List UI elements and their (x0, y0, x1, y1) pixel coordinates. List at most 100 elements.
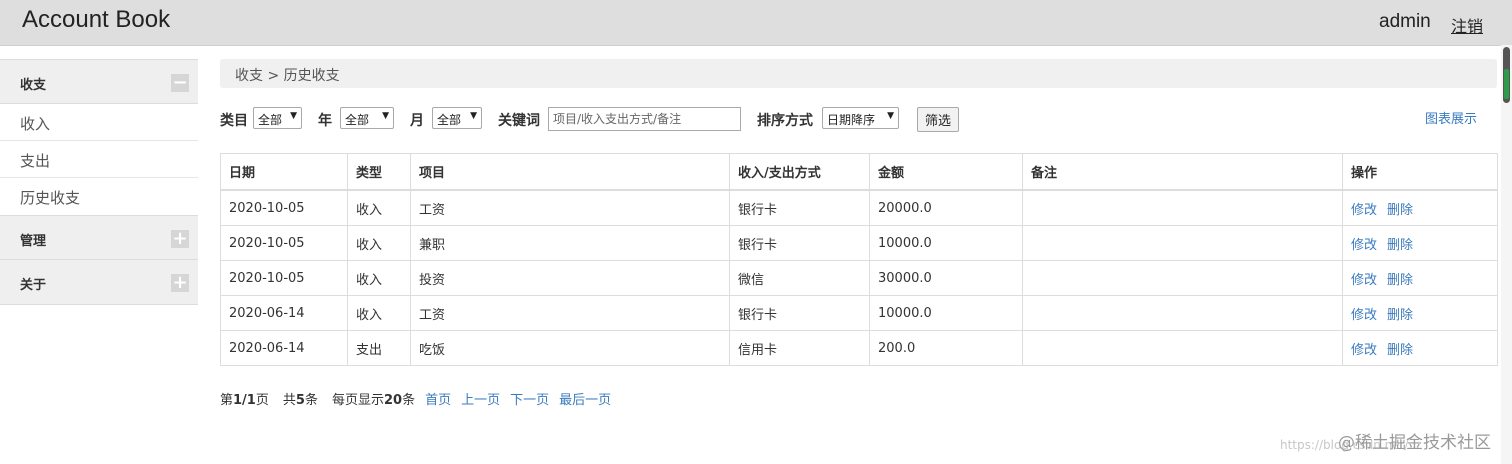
dropdown-arrow-icon: ▼ (470, 111, 477, 121)
cell-note (1022, 330, 1343, 366)
sidebar-item-history[interactable]: 历史收支 (0, 178, 198, 215)
breadcrumb-text: 收支 > 历史收支 (235, 68, 340, 84)
edit-link[interactable]: 修改 (1351, 203, 1377, 218)
cell-type: 收入 (347, 260, 411, 296)
cell-type: 支出 (347, 330, 411, 366)
category-label: 类目 (220, 113, 248, 129)
sidebar-group-title: 管理 (20, 234, 47, 249)
cell-amount: 30000.0 (869, 260, 1023, 296)
edit-link[interactable]: 修改 (1351, 273, 1377, 288)
keyword-input[interactable] (548, 107, 741, 131)
scrollbar-thumb[interactable] (1503, 47, 1510, 103)
vertical-scrollbar[interactable] (1501, 45, 1512, 464)
cell-amount: 10000.0 (869, 295, 1023, 331)
cell-date: 2020-10-05 (220, 260, 348, 296)
table-row: 2020-10-05 收入 工资 银行卡 20000.0 修改 删除 (220, 189, 1498, 226)
top-bar: Account Book admin 注销 (0, 0, 1512, 46)
sort-select[interactable]: 日期降序 ▼ (822, 107, 899, 129)
pagination: 第1/1页 共5条 每页显示20条 首页 上一页 下一页 最后一页 (220, 389, 611, 408)
cell-date: 2020-06-14 (220, 330, 348, 366)
year-select[interactable]: 全部 ▼ (340, 107, 394, 129)
expand-icon[interactable]: + (171, 274, 189, 292)
cell-type: 收入 (347, 189, 411, 226)
total-info: 共5条 (282, 393, 318, 408)
cell-actions: 修改 删除 (1342, 330, 1498, 366)
cell-method: 银行卡 (729, 295, 870, 331)
year-label: 年 (318, 113, 332, 129)
watermark-text: @稀土掘金技术社区 (1338, 433, 1491, 453)
filter-button[interactable]: 筛选 (917, 107, 959, 132)
collapse-icon[interactable]: − (171, 74, 189, 92)
column-header-actions: 操作 (1342, 153, 1498, 191)
table-row: 2020-06-14 支出 吃饭 信用卡 200.0 修改 删除 (220, 330, 1498, 366)
page-info: 第1/1页 (220, 393, 269, 408)
keyword-label: 关键词 (498, 113, 540, 129)
sidebar-item-expense[interactable]: 支出 (0, 141, 198, 178)
sidebar-group-income-expense[interactable]: 收支 − (0, 59, 198, 104)
cell-item: 投资 (410, 260, 730, 296)
cell-amount: 20000.0 (869, 189, 1023, 226)
cell-date: 2020-10-05 (220, 225, 348, 261)
sidebar-group-about[interactable]: 关于 + (0, 260, 198, 305)
cell-actions: 修改 删除 (1342, 189, 1498, 226)
delete-link[interactable]: 删除 (1387, 203, 1413, 218)
cell-item: 吃饭 (410, 330, 730, 366)
column-header-method[interactable]: 收入/支出方式 (729, 153, 870, 191)
table-row: 2020-10-05 收入 投资 微信 30000.0 修改 删除 (220, 260, 1498, 296)
chart-view-link[interactable]: 图表展示 (1425, 108, 1477, 127)
cell-type: 收入 (347, 295, 411, 331)
column-header-item[interactable]: 项目 (410, 153, 730, 191)
month-label: 月 (410, 113, 424, 129)
breadcrumb: 收支 > 历史收支 (220, 59, 1497, 88)
next-page-link[interactable]: 下一页 (510, 393, 549, 408)
delete-link[interactable]: 删除 (1387, 343, 1413, 358)
sidebar: 收支 − 收入 支出 历史收支 管理 + 关于 + (0, 59, 198, 305)
cell-note (1022, 295, 1343, 331)
cell-actions: 修改 删除 (1342, 225, 1498, 261)
delete-link[interactable]: 删除 (1387, 273, 1413, 288)
table-header-row: 日期 类型 项目 收入/支出方式 金额 备注 操作 (220, 153, 1498, 191)
cell-method: 信用卡 (729, 330, 870, 366)
cell-date: 2020-10-05 (220, 189, 348, 226)
cell-actions: 修改 删除 (1342, 260, 1498, 296)
first-page-link[interactable]: 首页 (425, 393, 451, 408)
cell-type: 收入 (347, 225, 411, 261)
delete-link[interactable]: 删除 (1387, 308, 1413, 323)
cell-method: 银行卡 (729, 189, 870, 226)
logout-link[interactable]: 注销 (1451, 13, 1483, 37)
cell-amount: 10000.0 (869, 225, 1023, 261)
category-select[interactable]: 全部 ▼ (253, 107, 302, 129)
dropdown-arrow-icon: ▼ (887, 111, 894, 121)
records-table: 日期 类型 项目 收入/支出方式 金额 备注 操作 2020-10-05 收入 … (220, 153, 1498, 366)
cell-note (1022, 225, 1343, 261)
sidebar-item-income[interactable]: 收入 (0, 104, 198, 141)
cell-actions: 修改 删除 (1342, 295, 1498, 331)
column-header-amount[interactable]: 金额 (869, 153, 1023, 191)
cell-date: 2020-06-14 (220, 295, 348, 331)
column-header-type[interactable]: 类型 (347, 153, 411, 191)
dropdown-arrow-icon: ▼ (290, 111, 297, 121)
cell-item: 兼职 (410, 225, 730, 261)
filter-bar: 类目 全部▼ 年 全部▼ 月 全部▼ 关键词 排序方式 日期降序▼ 筛选 图表展… (220, 106, 1497, 132)
edit-link[interactable]: 修改 (1351, 343, 1377, 358)
table-row: 2020-10-05 收入 兼职 银行卡 10000.0 修改 删除 (220, 225, 1498, 261)
delete-link[interactable]: 删除 (1387, 238, 1413, 253)
last-page-link[interactable]: 最后一页 (559, 393, 611, 408)
table-row: 2020-06-14 收入 工资 银行卡 10000.0 修改 删除 (220, 295, 1498, 331)
cell-item: 工资 (410, 295, 730, 331)
cell-amount: 200.0 (869, 330, 1023, 366)
cell-note (1022, 260, 1343, 296)
edit-link[interactable]: 修改 (1351, 308, 1377, 323)
column-header-date[interactable]: 日期 (220, 153, 348, 191)
month-select[interactable]: 全部 ▼ (432, 107, 482, 129)
cell-method: 银行卡 (729, 225, 870, 261)
cell-method: 微信 (729, 260, 870, 296)
expand-icon[interactable]: + (171, 230, 189, 248)
current-user: admin (1379, 11, 1431, 32)
column-header-note[interactable]: 备注 (1022, 153, 1343, 191)
sidebar-group-manage[interactable]: 管理 + (0, 215, 198, 260)
dropdown-arrow-icon: ▼ (382, 111, 389, 121)
prev-page-link[interactable]: 上一页 (461, 393, 500, 408)
edit-link[interactable]: 修改 (1351, 238, 1377, 253)
cell-item: 工资 (410, 189, 730, 226)
